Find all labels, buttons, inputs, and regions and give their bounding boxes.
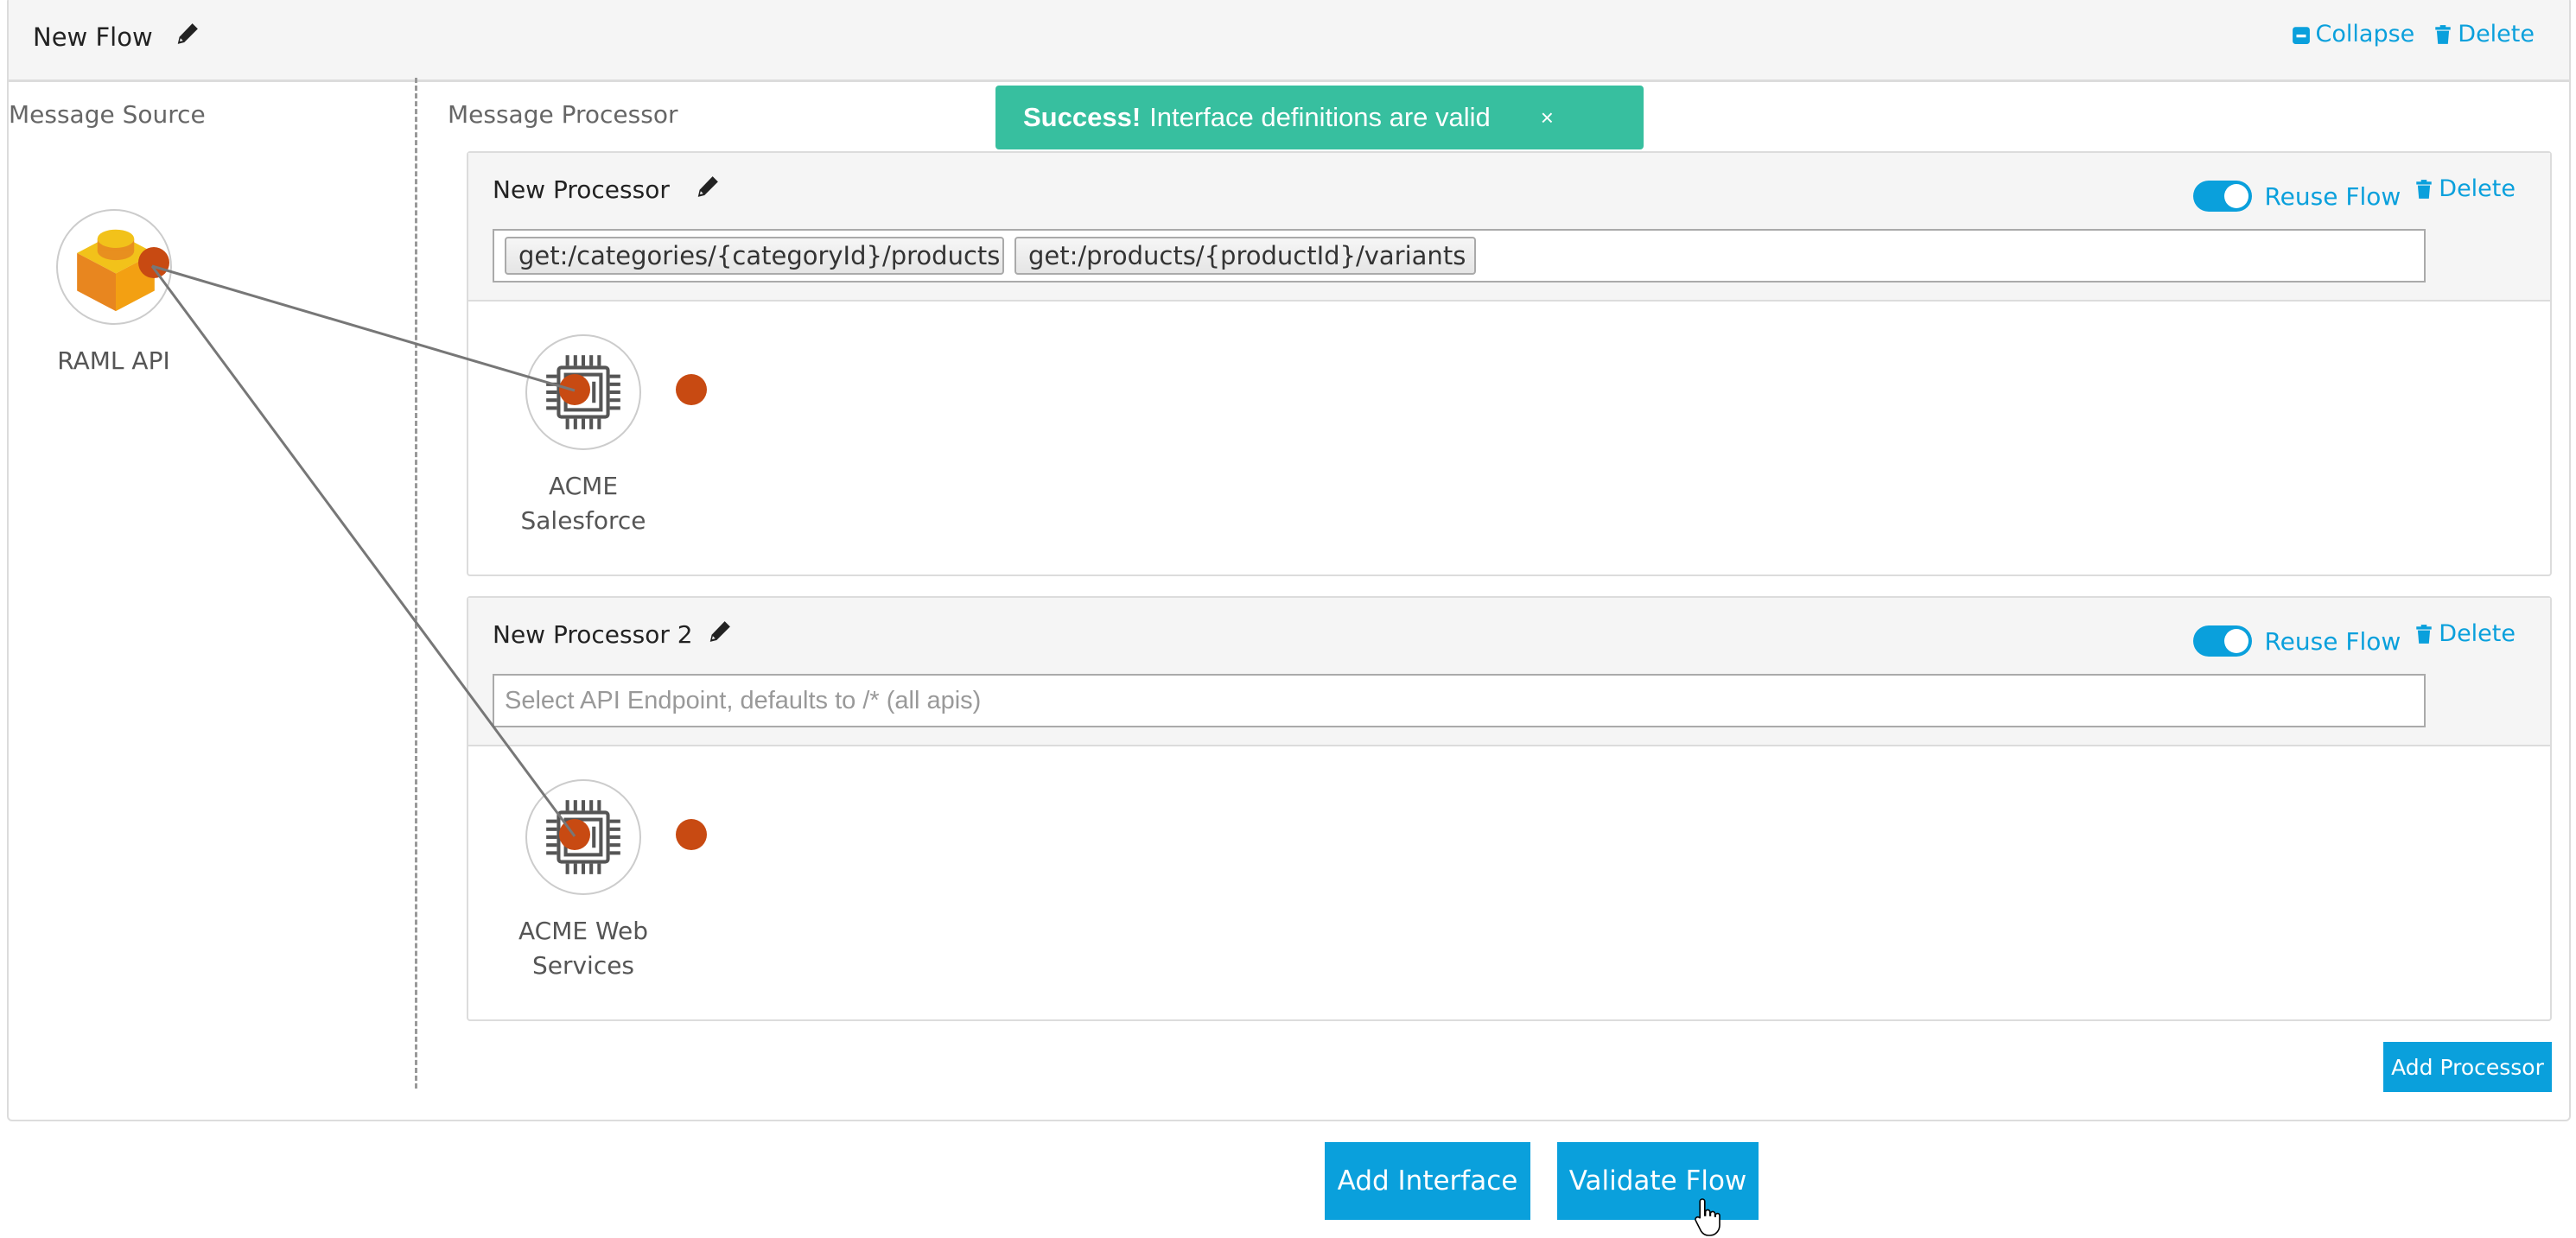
column-divider [415, 78, 417, 1089]
delete-label: Delete [2439, 620, 2516, 647]
hand-pointer-cursor-icon [1695, 1198, 1721, 1236]
processor-node-label: ACME Web Services [510, 914, 657, 983]
processor-node-acme-web-services[interactable]: ACME Web Services [510, 779, 657, 983]
reuse-flow-label: Reuse Flow [2264, 627, 2401, 656]
endpoint-chip[interactable]: get:/products/{productId}/variants [1014, 237, 1476, 275]
source-node-raml-api[interactable]: RAML API [38, 209, 189, 378]
flow-title: New Flow [33, 22, 153, 52]
label-line: ACME Web [518, 917, 648, 945]
message-source-label: Message Source [9, 100, 206, 129]
processor-card: New Processor Reuse Flow Delete get:/cat… [467, 151, 2552, 576]
reuse-flow-label: Reuse Flow [2264, 182, 2401, 211]
processor-header: New Processor 2 Reuse Flow Delete [468, 598, 2550, 746]
reuse-flow-toggle[interactable] [2193, 625, 2253, 657]
processor-output-port[interactable] [676, 819, 707, 850]
collapse-button[interactable]: Collapse [2292, 21, 2415, 48]
delete-processor-button[interactable]: Delete [2414, 175, 2516, 202]
delete-label: Delete [2439, 175, 2516, 202]
endpoint-select[interactable] [493, 674, 2426, 727]
label-line: Services [531, 951, 635, 980]
toast-strong: Success! [1023, 102, 1142, 132]
processor-title: New Processor [493, 175, 670, 204]
add-processor-button[interactable]: Add Processor [2383, 1042, 2552, 1092]
processor-input-port[interactable] [559, 374, 590, 405]
edit-processor-name-pencil-icon[interactable] [707, 619, 733, 644]
message-processor-label: Message Processor [448, 100, 678, 129]
endpoint-select[interactable]: get:/categories/{categoryId}/products ge… [493, 229, 2426, 283]
edit-flow-name-pencil-icon[interactable] [175, 21, 200, 47]
flow-header: New Flow Collapse Delete [9, 0, 2569, 82]
processor-node-label: ACME Salesforce [518, 469, 648, 538]
source-output-port[interactable] [138, 247, 169, 278]
processor-output-port[interactable] [676, 374, 707, 405]
success-toast: Success! Interface definitions are valid… [995, 86, 1644, 149]
validate-flow-button[interactable]: Validate Flow [1557, 1142, 1759, 1220]
processor-title: New Processor 2 [493, 620, 693, 649]
minus-square-icon [2292, 26, 2310, 44]
label-line: Salesforce [520, 506, 646, 535]
toast-message: Interface definitions are valid [1149, 102, 1491, 132]
trash-icon [2416, 624, 2433, 644]
delete-label: Delete [2458, 21, 2535, 48]
processor-node-acme-salesforce[interactable]: ACME Salesforce [518, 334, 648, 538]
endpoint-chip[interactable]: get:/categories/{categoryId}/products [505, 237, 1004, 275]
collapse-label: Collapse [2315, 21, 2415, 48]
processor-header: New Processor Reuse Flow Delete get:/cat… [468, 153, 2550, 302]
toast-close-button[interactable]: × [1541, 105, 1554, 131]
delete-processor-button[interactable]: Delete [2414, 620, 2516, 647]
reuse-flow-toggle[interactable] [2193, 181, 2253, 212]
source-node-label: RAML API [57, 346, 170, 375]
add-interface-button[interactable]: Add Interface [1325, 1142, 1530, 1220]
trash-icon [2435, 24, 2452, 44]
label-line: ACME [548, 472, 619, 500]
delete-flow-button[interactable]: Delete [2433, 21, 2535, 48]
edit-processor-name-pencil-icon[interactable] [695, 174, 721, 200]
processor-card: New Processor 2 Reuse Flow Delete Select… [467, 596, 2552, 1021]
endpoint-search-input[interactable] [505, 686, 2424, 715]
trash-icon [2416, 179, 2433, 199]
processor-input-port[interactable] [559, 819, 590, 850]
